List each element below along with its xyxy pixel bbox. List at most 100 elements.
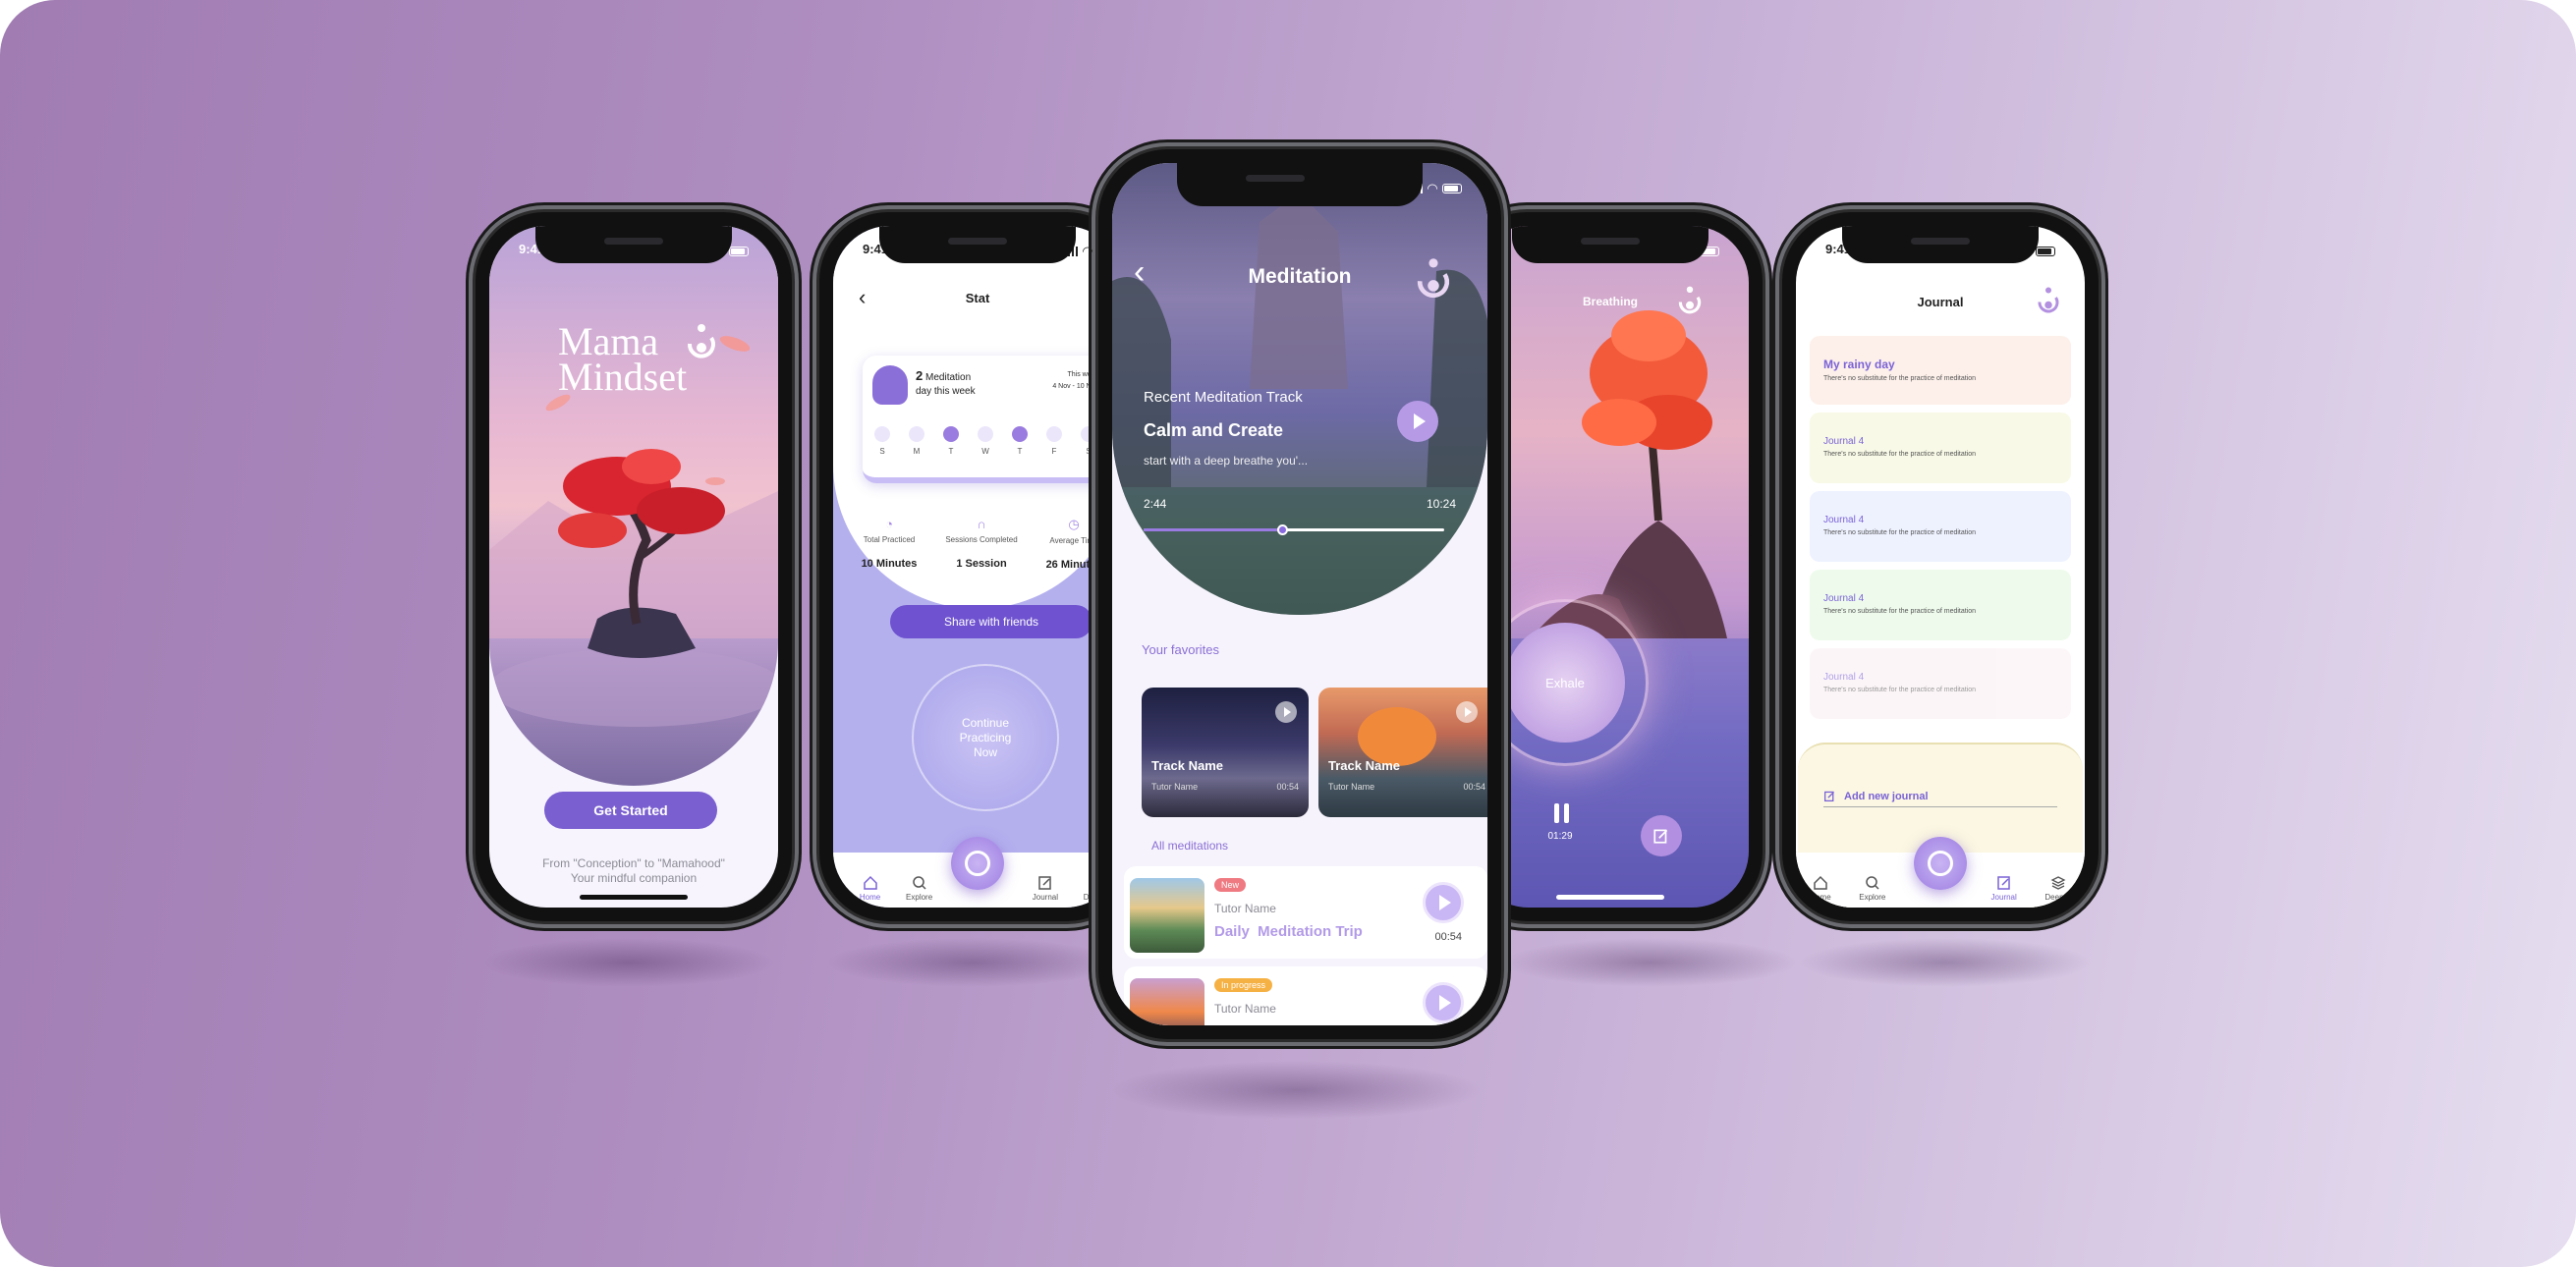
breath-orb[interactable]: Exhale [1505, 623, 1625, 743]
day-item: F [1046, 426, 1062, 456]
item-play-button[interactable] [1423, 882, 1464, 923]
phone-shadow [825, 938, 1120, 987]
progress-track[interactable] [1144, 524, 1444, 535]
item-tutor: Tutor Name [1214, 1002, 1276, 1016]
progress-knob[interactable] [1276, 524, 1288, 535]
day-item: M [909, 426, 924, 456]
showcase-background: 9:41 ◠ [0, 0, 2576, 1267]
day-letter: W [981, 447, 989, 456]
entry-text: There's no substitute for the practice o… [1823, 687, 1977, 693]
tab-explore[interactable]: Explore [906, 875, 932, 902]
day-dot [909, 426, 924, 442]
streak-sub: day this week [916, 386, 976, 397]
tab-explore[interactable]: Explore [1859, 875, 1885, 902]
day-dot-active [1012, 426, 1028, 442]
breathing-title: Breathing [1582, 295, 1638, 308]
stat-label: Total Practiced [863, 535, 916, 544]
entry-title: Journal 4 [1823, 593, 1865, 604]
day-item: S [1081, 426, 1096, 456]
week-range: This week 4 Nov - 10 Nov [1052, 369, 1098, 393]
tab-home[interactable]: Home [860, 875, 880, 902]
entry-text: There's no substitute for the practice o… [1823, 451, 1977, 458]
favorite-card[interactable]: Track Name Tutor Name 00:54 [1142, 688, 1309, 817]
play-icon [1283, 707, 1291, 717]
entry-title: Journal 4 [1823, 672, 1865, 683]
stat-value: 10 Minutes [861, 558, 918, 570]
journal-icon [1038, 876, 1051, 890]
entry-title: My rainy day [1823, 358, 1895, 371]
get-started-button[interactable]: Get Started [544, 792, 717, 829]
meditate-fab-button[interactable] [1914, 837, 1967, 890]
total-time: 10:24 [1426, 497, 1456, 511]
tab-home[interactable]: Home [1810, 875, 1831, 902]
tab-label: Home [859, 893, 881, 902]
item-tutor: Tutor Name [1214, 902, 1276, 915]
tab-label: Deeper [2044, 893, 2071, 902]
card-play-button[interactable] [1275, 701, 1297, 723]
continue-label: Continue Practicing Now [959, 715, 1012, 759]
home-icon [1814, 875, 1827, 890]
journal-entry[interactable]: My rainy day There's no substitute for t… [1810, 336, 2071, 405]
entry-text: There's no substitute for the practice o… [1823, 608, 1977, 615]
tab-journal[interactable]: Journal [1033, 875, 1058, 902]
meditation-list-item[interactable]: In progress Tutor Name [1124, 966, 1487, 1025]
card-time: 00:54 [1463, 782, 1485, 792]
phone-shadow [1798, 938, 2093, 987]
battery-icon [1442, 184, 1462, 193]
range-dates: 4 Nov - 10 Nov [1052, 383, 1098, 390]
meditate-fab-button[interactable] [951, 837, 1004, 890]
meditation-screen: ◠ ‹ Meditation Recent Meditation Track C… [1112, 163, 1487, 1025]
play-icon [1438, 895, 1451, 910]
item-time: 00:54 [1434, 931, 1462, 943]
share-button[interactable]: Share with friends [890, 605, 1092, 638]
journal-edit-button[interactable] [1641, 815, 1682, 856]
exhale-label: Exhale [1545, 675, 1585, 690]
item-play-button[interactable] [1423, 982, 1464, 1023]
play-icon [1464, 707, 1472, 717]
pause-icon[interactable] [1554, 803, 1569, 823]
favorites-label: Your favorites [1142, 642, 1220, 657]
entry-text: There's no substitute for the practice o… [1823, 529, 1977, 536]
day-dot-active [943, 426, 959, 442]
home-indicator [580, 895, 688, 900]
day-dot [978, 426, 993, 442]
day-letter: M [913, 447, 921, 456]
journal-entry[interactable]: Journal 4 There's no substitute for the … [1810, 648, 2071, 719]
all-meditations-label: All meditations [1151, 839, 1229, 853]
item-thumbnail [1130, 978, 1204, 1025]
tab-deeper[interactable]: Deeper [2044, 875, 2071, 902]
stat-total: ◔ Total Practiced 10 Minutes [851, 517, 927, 571]
elapsed-time: 2:44 [1144, 497, 1167, 511]
phone-shadow [481, 938, 776, 987]
orange-tree-illustration [1358, 707, 1436, 766]
tab-label: Explore [906, 893, 933, 902]
tab-label: Explore [1859, 893, 1886, 902]
journal-entry[interactable]: Journal 4 There's no substitute for the … [1810, 491, 2071, 562]
notch [1177, 163, 1423, 206]
continue-orb[interactable]: Continue Practicing Now [912, 664, 1059, 811]
journal-entry[interactable]: Journal 4 There's no substitute for the … [1810, 570, 2071, 640]
entry-title: Journal 4 [1823, 436, 1865, 447]
card-play-button[interactable] [1456, 701, 1478, 723]
favorite-card[interactable]: Track Name Tutor Name 00:54 [1318, 688, 1487, 817]
recent-track-label: Recent Meditation Track [1144, 389, 1303, 406]
day-letter: S [1086, 447, 1092, 456]
stat-title: Stat [965, 291, 990, 305]
phone-splash: 9:41 ◠ [476, 212, 792, 921]
notch [1842, 226, 2039, 263]
entry-text: There's no substitute for the practice o… [1823, 375, 1977, 382]
meditation-list-item[interactable]: New Tutor Name Daily Meditation Trip 00:… [1124, 866, 1487, 959]
add-journal-button[interactable]: Add new journal [1823, 786, 2057, 807]
week-days: S M T W T F S [874, 426, 1096, 456]
recent-play-button[interactable] [1397, 401, 1438, 442]
new-badge: New [1214, 878, 1247, 892]
notch [535, 226, 732, 263]
tab-journal[interactable]: Journal [1991, 875, 2017, 902]
day-letter: T [1017, 447, 1023, 456]
wifi-icon: ◠ [1083, 244, 1092, 258]
bonsai-tree-illustration [489, 336, 778, 727]
stat-label: Sessions Completed [945, 535, 1018, 544]
notch [1512, 226, 1708, 263]
journal-entry[interactable]: Journal 4 There's no substitute for the … [1810, 413, 2071, 483]
edit-icon [1823, 791, 1835, 802]
